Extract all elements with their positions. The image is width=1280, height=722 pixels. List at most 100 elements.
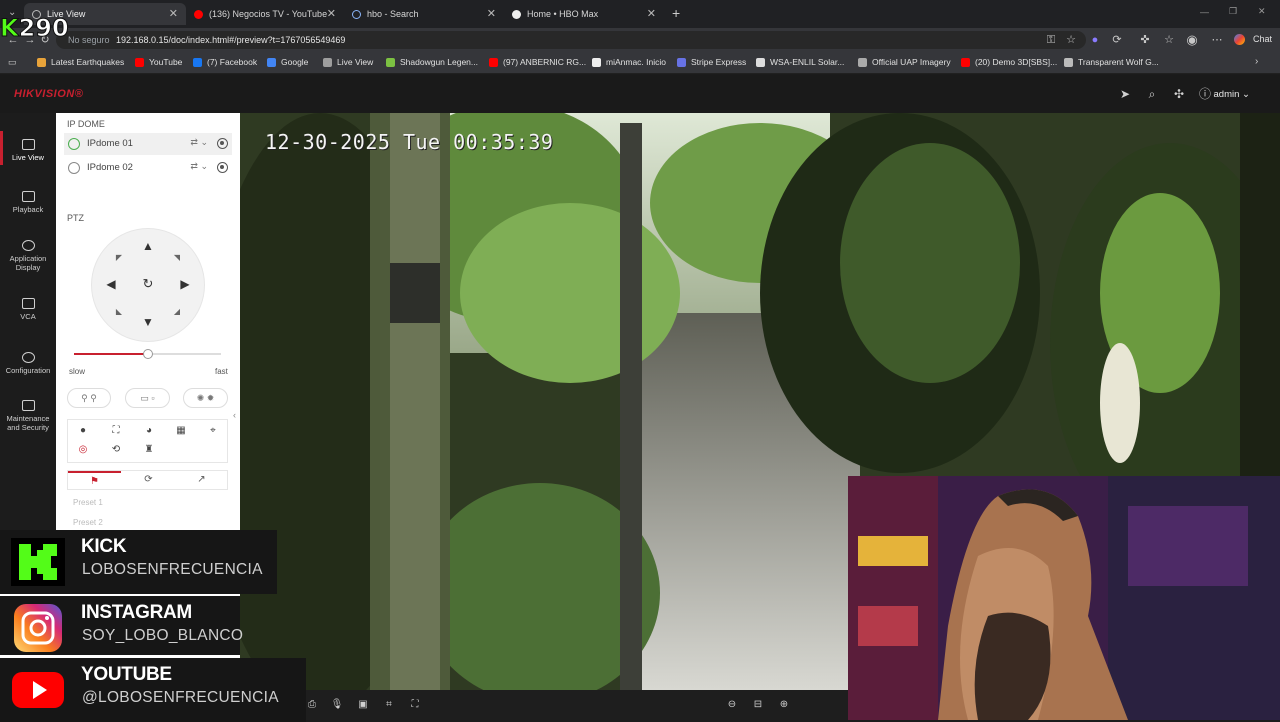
- snapshot-icon[interactable]: ▣: [356, 698, 370, 712]
- refresh-extension-icon[interactable]: ⟳: [1110, 33, 1124, 47]
- ptz-up-right-arrow-icon[interactable]: ◥: [170, 251, 184, 265]
- camera-options-icon[interactable]: ⇄ ⌄: [190, 161, 208, 172]
- ptz-up-left-arrow-icon[interactable]: ◤: [112, 251, 126, 265]
- iris-open-icon[interactable]: ✹: [207, 393, 215, 403]
- url-input[interactable]: No seguro 192.168.0.15/doc/index.html#/p…: [56, 31, 1086, 49]
- favorites-icon[interactable]: ☆: [1162, 33, 1176, 47]
- layout-icon[interactable]: ⊟: [751, 698, 765, 712]
- ptz-auto-scan-icon[interactable]: ↻: [141, 277, 155, 291]
- browser-tab-hbo[interactable]: Home • HBO Max ✕: [504, 3, 664, 25]
- bookmark-item[interactable]: (97) ANBERNIC RG...: [489, 57, 586, 67]
- close-window-icon[interactable]: ✕: [1258, 6, 1266, 17]
- extensions-puzzle-icon[interactable]: ✜: [1138, 33, 1152, 47]
- bookmark-item[interactable]: (20) Demo 3D[SBS]...: [961, 57, 1057, 67]
- camera-item-ipdome-01[interactable]: IPdome 01 ⇄ ⌄: [64, 133, 232, 155]
- camera-options-icon[interactable]: ⇄ ⌄: [190, 137, 208, 148]
- grid-icon[interactable]: ▦: [174, 424, 188, 438]
- preset-item[interactable]: Preset 2: [73, 518, 103, 527]
- record-icon[interactable]: [217, 162, 228, 173]
- key-icon[interactable]: ⚿: [1044, 33, 1058, 47]
- audio-icon[interactable]: 🎙: [330, 698, 344, 712]
- nav-configuration[interactable]: Configuration: [0, 352, 56, 375]
- chat-button[interactable]: Chat: [1253, 34, 1272, 44]
- ptz-down-right-arrow-icon[interactable]: ◢: [170, 305, 184, 319]
- speed-min-label: slow: [69, 367, 86, 376]
- menu-dots-icon[interactable]: ⋯: [1210, 33, 1224, 47]
- zoom-buttons[interactable]: ⚲ ⚲: [67, 388, 111, 408]
- wiper-icon[interactable]: ◕: [142, 424, 156, 438]
- close-tab-icon[interactable]: ✕: [647, 7, 656, 20]
- lens-init-icon[interactable]: ⟲: [109, 443, 123, 457]
- tab-patrol[interactable]: ⟳: [122, 471, 175, 489]
- collapse-panel-icon[interactable]: ‹: [233, 410, 236, 420]
- tab-pattern[interactable]: ↗: [175, 471, 228, 489]
- manual-tracking-icon[interactable]: ⌖: [206, 424, 220, 438]
- capture-icon[interactable]: ⎙: [305, 698, 319, 712]
- bookmark-item[interactable]: Latest Earthquakes: [37, 57, 124, 67]
- nav-playback[interactable]: Playback: [0, 191, 56, 214]
- focus-far-icon[interactable]: ▫: [151, 393, 154, 403]
- browser-tab-youtube[interactable]: (136) Negocios TV - YouTube ✕: [186, 3, 344, 25]
- settings-share-icon[interactable]: ✣: [1172, 87, 1186, 101]
- extension-icon[interactable]: ●: [1088, 33, 1102, 47]
- nav-application-display[interactable]: Application Display: [0, 240, 56, 272]
- bookmark-item[interactable]: Live View: [323, 57, 373, 67]
- 3d-zoom-icon[interactable]: ⛶: [109, 424, 123, 438]
- bookmarks-overflow-icon[interactable]: ›: [1255, 56, 1258, 67]
- info-icon[interactable]: ⓘ: [1198, 87, 1212, 101]
- zoom-out-icon[interactable]: ⚲: [81, 393, 88, 403]
- bookmark-item[interactable]: Stripe Express: [677, 57, 746, 67]
- bookmark-item[interactable]: Shadowgun Legen...: [386, 57, 478, 67]
- iris-close-icon[interactable]: ✺: [197, 393, 205, 403]
- sidebar-toggle-icon[interactable]: ▭: [8, 57, 17, 68]
- send-icon[interactable]: ➤: [1118, 87, 1132, 101]
- focus-near-icon[interactable]: ▭: [140, 393, 149, 403]
- minimize-icon[interactable]: —: [1200, 7, 1209, 17]
- record-icon[interactable]: [217, 138, 228, 149]
- close-tab-icon[interactable]: ✕: [487, 7, 496, 20]
- not-secure-label[interactable]: No seguro: [68, 31, 110, 49]
- digital-zoom-icon[interactable]: ⌗: [382, 698, 396, 712]
- iris-buttons[interactable]: ✺ ✹: [183, 388, 228, 408]
- light-icon[interactable]: ●: [76, 424, 90, 438]
- new-tab-button[interactable]: +: [672, 5, 680, 21]
- close-tab-icon[interactable]: ✕: [169, 7, 178, 20]
- pattern-icon: ↗: [197, 474, 206, 485]
- bookmark-item[interactable]: YouTube: [135, 57, 182, 67]
- copilot-icon[interactable]: [1234, 34, 1245, 45]
- ptz-right-arrow-icon[interactable]: ▶: [178, 277, 192, 291]
- preset-item[interactable]: Preset 1: [73, 498, 103, 507]
- ptz-speed-handle[interactable]: [142, 349, 153, 359]
- bookmark-item[interactable]: miAnmac. Inicio: [592, 57, 666, 67]
- user-menu[interactable]: admin ⌄: [1214, 89, 1250, 100]
- profile-avatar-icon[interactable]: ◉: [1185, 33, 1199, 47]
- bookmark-item[interactable]: Google: [267, 57, 308, 67]
- next-page-icon[interactable]: ⊕: [777, 698, 791, 712]
- tab-presets[interactable]: ⚑: [68, 471, 121, 489]
- ptz-up-arrow-icon[interactable]: ▲: [141, 239, 155, 253]
- search-icon[interactable]: ⌕: [1145, 87, 1159, 101]
- bookmark-favicon-icon: [135, 57, 144, 67]
- nav-live-view[interactable]: Live View: [0, 131, 56, 165]
- maximize-icon[interactable]: ❐: [1229, 6, 1237, 17]
- camera-item-ipdome-02[interactable]: IPdome 02 ⇄ ⌄: [64, 157, 232, 179]
- bookmark-item[interactable]: Official UAP Imagery: [858, 57, 951, 67]
- nav-vca[interactable]: VCA: [0, 298, 56, 321]
- close-tab-icon[interactable]: ✕: [327, 7, 336, 20]
- park-icon[interactable]: ♜: [142, 443, 156, 457]
- bookmark-item[interactable]: (7) Facebook: [193, 57, 257, 67]
- bookmark-item[interactable]: WSA-ENLIL Solar...: [756, 57, 844, 67]
- browser-tab-search[interactable]: hbo - Search ✕: [344, 3, 504, 25]
- ptz-down-arrow-icon[interactable]: ▼: [141, 315, 155, 329]
- bookmark-star-icon[interactable]: ☆: [1064, 33, 1078, 47]
- regional-focus-icon[interactable]: ◎: [76, 443, 90, 457]
- ptz-down-left-arrow-icon[interactable]: ◣: [112, 305, 126, 319]
- previous-page-icon[interactable]: ⊖: [725, 698, 739, 712]
- ptz-left-arrow-icon[interactable]: ◀: [104, 277, 118, 291]
- nav-maintenance-security[interactable]: Maintenance and Security: [0, 400, 56, 432]
- bookmark-item[interactable]: Transparent Wolf G...: [1064, 57, 1159, 67]
- focus-buttons[interactable]: ▭ ▫: [125, 388, 170, 408]
- fullscreen-icon[interactable]: ⛶: [408, 698, 422, 712]
- zoom-in-icon[interactable]: ⚲: [90, 393, 97, 403]
- ptz-speed-slider[interactable]: [74, 349, 221, 359]
